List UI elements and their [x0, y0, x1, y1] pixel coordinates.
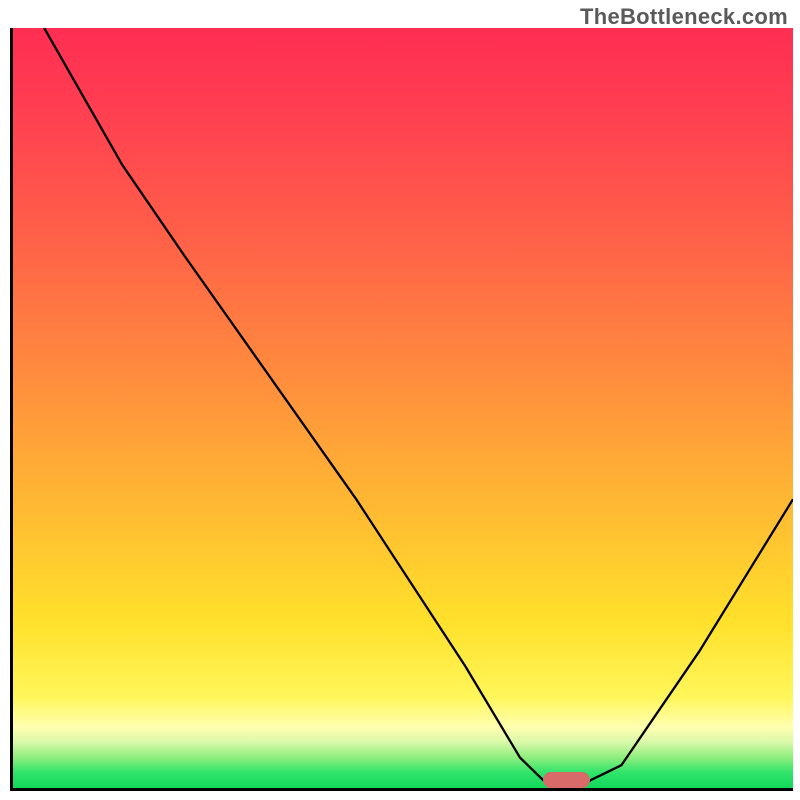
bottleneck-curve — [13, 28, 793, 788]
plot-area — [10, 28, 793, 791]
chart-container: TheBottleneck.com — [0, 0, 800, 800]
watermark-text: TheBottleneck.com — [580, 4, 788, 30]
optimal-marker — [543, 772, 590, 788]
